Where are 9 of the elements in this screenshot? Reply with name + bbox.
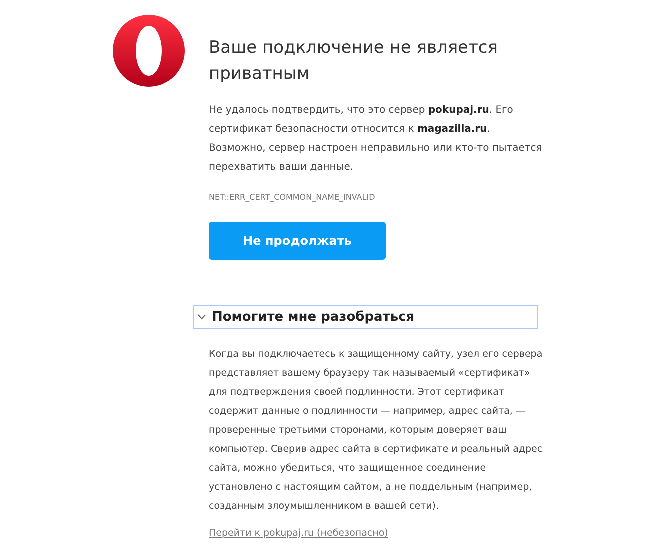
details-text: Когда вы подключаетесь к защищенному сайту, узел его сервера представляет вашему браузеру так называемый «сертификат» для подтверждения своей подлинности. Этот сертификат содержит данные о подлинности — например, адрес сайта, — проверенные третьими сторонами, которым доверяет ваш компьютер. Сверив адрес сайта в сертификате и реальный адрес сайта, можно убедиться, что защищенное соединение установлено с настоящим сайтом, а не поддельным (например, созданным злоумышленником в вашей сети). (209, 348, 544, 514)
error-code: NET::ERR_CERT_COMMON_NAME_INVALID (209, 193, 376, 202)
details-toggle[interactable]: Помогите мне разобраться (193, 305, 538, 329)
error-message: Не удалось подтвердить, что это сервер pokupaj.ru. Его сертификат безопасности относится к magazilla.ru. Возможно, сервер настроен неправильно или кто-то пытается перехватить ваши данные. (209, 104, 544, 175)
proceed-link[interactable]: Перейти к pokupaj.ru (небезопасно) (209, 528, 388, 539)
page-title: Ваше подключение не является приватным (209, 37, 499, 86)
chevron-icon (198, 314, 206, 320)
back-button[interactable]: Не продолжать (209, 222, 386, 260)
logo-icon (113, 15, 185, 87)
